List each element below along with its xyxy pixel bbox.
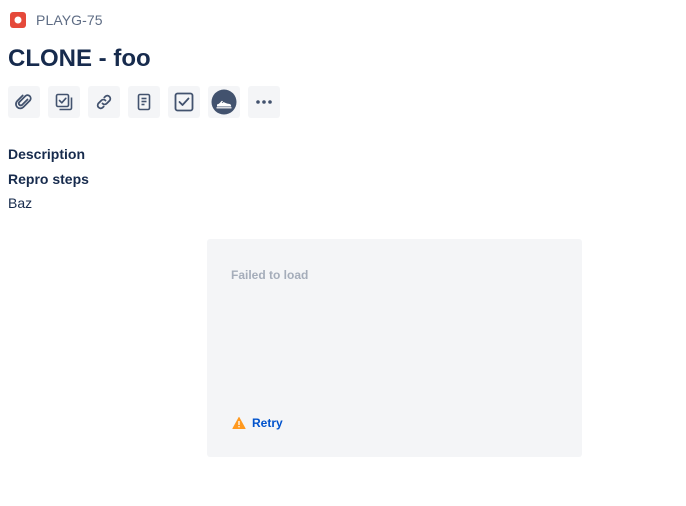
page-icon xyxy=(134,92,154,112)
more-icon xyxy=(254,92,274,112)
create-subtask-button[interactable] xyxy=(48,86,80,118)
bug-icon xyxy=(10,12,26,28)
breadcrumb: PLAYG-75 xyxy=(10,11,103,29)
issue-key-link[interactable]: PLAYG-75 xyxy=(36,12,103,28)
retry-button[interactable]: Retry xyxy=(232,416,283,430)
checklist-button[interactable] xyxy=(168,86,200,118)
link-page-button[interactable] xyxy=(128,86,160,118)
more-actions-button[interactable] xyxy=(248,86,280,118)
subtask-icon xyxy=(54,92,74,112)
checklist-icon xyxy=(173,91,195,113)
description-heading: Description xyxy=(8,146,86,162)
app-button[interactable] xyxy=(208,86,240,118)
link-issue-button[interactable] xyxy=(88,86,120,118)
error-message: Failed to load xyxy=(231,268,309,282)
page-title: CLONE - foo xyxy=(8,45,151,72)
warning-icon xyxy=(232,416,246,430)
app-avatar-icon xyxy=(211,89,237,115)
repro-steps-text[interactable]: Baz xyxy=(8,195,32,211)
attach-button[interactable] xyxy=(8,86,40,118)
repro-steps-heading: Repro steps xyxy=(8,171,89,187)
attachment-icon xyxy=(14,92,34,112)
link-icon xyxy=(94,92,114,112)
retry-label[interactable]: Retry xyxy=(252,416,283,430)
error-panel: Failed to load Retry xyxy=(207,239,582,457)
toolbar xyxy=(8,86,288,118)
